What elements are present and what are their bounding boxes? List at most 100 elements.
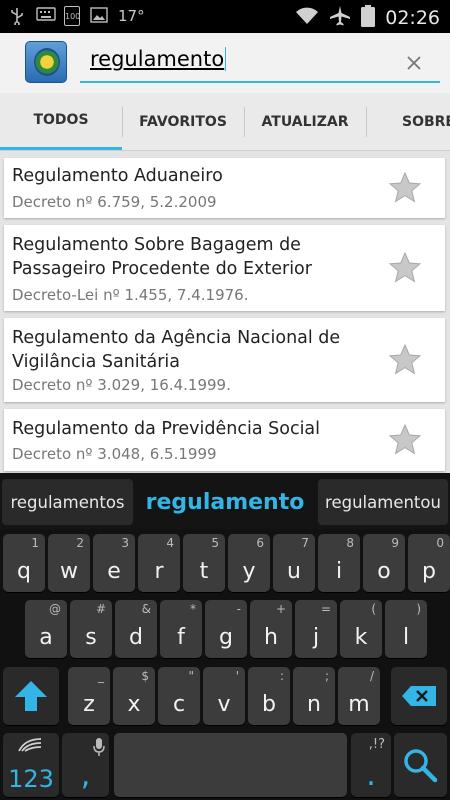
key-t[interactable]: 5t [183,534,225,592]
results-list: Regulamento Aduaneiro Decreto nº 6.759, … [0,151,450,473]
key-y[interactable]: 6y [228,534,270,592]
key-label: h [264,625,278,650]
key-label: f [177,625,185,650]
star-icon[interactable] [387,342,423,378]
key-u[interactable]: 7u [273,534,315,592]
key-alt-label: 0 [436,536,444,550]
key-label: g [219,625,233,650]
key-g[interactable]: -g [205,600,247,658]
suggestion-strip: regulamentos regulamento regulamentou [0,473,450,529]
key-alt-label: + [275,602,286,616]
search-enter-key[interactable] [394,733,447,797]
tab-favoritos[interactable]: FAVORITOS [122,93,244,150]
key-alt-label: ; [324,669,329,683]
key-z[interactable]: _ z [68,667,110,725]
star-icon[interactable] [387,170,423,206]
numbers-key-label: 123 [8,765,54,793]
key-alt-label: ) [416,602,421,616]
numbers-key[interactable]: 123 [3,733,59,797]
clock: 02:26 [385,7,440,29]
key-alt-label: 5 [211,536,219,550]
shift-arrow-icon [15,681,47,711]
space-bar[interactable] [114,733,347,797]
key-label: w [60,559,78,584]
tab-atualizar[interactable]: ATUALIZAR [244,93,366,150]
search-input[interactable]: regulamento [90,47,390,79]
search-field[interactable]: regulamento [80,45,440,83]
key-alt-label: 7 [301,536,309,550]
key-label: t [199,559,209,584]
key-alt-label: ( [371,602,376,616]
key-alt-label: _ [98,669,104,683]
key-alt-label: / [369,669,374,683]
key-label: c [172,692,186,717]
key-n[interactable]: ; n [293,667,335,725]
shift-key[interactable] [3,667,59,725]
key-alt-label: # [95,602,106,616]
key-alt-label: ' [235,669,239,683]
key-alt-label: 1 [31,536,39,550]
key-label: l [402,625,410,650]
list-item[interactable]: Regulamento Aduaneiro Decreto nº 6.759, … [4,158,445,218]
key-label: o [377,559,391,584]
search-icon [404,749,438,783]
item-title: Regulamento Sobre Bagagem de Passageiro … [12,235,312,279]
key-k[interactable]: (k [340,600,382,658]
key-s[interactable]: # s [70,600,112,658]
key-x[interactable]: $ x [113,667,155,725]
key-m[interactable]: / m [338,667,380,725]
key-alt-label: 2 [76,536,84,550]
suggestion-left[interactable]: regulamentos [2,479,133,525]
key-label: k [354,625,368,650]
key-i[interactable]: 8i [318,534,360,592]
key-f[interactable]: * f [160,600,202,658]
key-j[interactable]: = j [295,600,337,658]
suggestion-center[interactable]: regulamento [136,479,314,525]
key-label: a [39,625,53,650]
key-alt-label: - [236,602,241,616]
key-label: e [107,559,121,584]
key-label: r [154,559,164,584]
star-icon[interactable] [387,250,423,286]
suggestion-right[interactable]: regulamentou [318,479,448,525]
close-icon[interactable] [402,49,426,77]
key-p[interactable]: 0p [408,534,450,592]
key-a[interactable]: @ a [25,600,67,658]
period-key[interactable]: ,!? . [351,733,391,797]
tab-todos[interactable]: TODOS [0,93,122,150]
key-e[interactable]: 3e [93,534,135,592]
key-label: d [129,625,143,650]
key-l[interactable]: ) l [385,600,427,658]
keyboard-icon [36,7,56,25]
key-label: q [17,559,31,584]
key-label: z [83,692,95,717]
key-alt-label: 3 [121,536,129,550]
temperature-text: 17° [118,7,145,25]
backspace-key[interactable] [391,667,447,725]
key-d[interactable]: & d [115,600,157,658]
battery-icon [361,5,376,31]
key-alt-label: 9 [391,536,399,550]
list-item[interactable]: Regulamento da Agência Nacional de Vigil… [4,318,445,402]
keyboard: 1q2w3e4r5t6y7u8i9o0p @ a # s & d * f - g + h = j(k) l … [0,529,450,800]
comma-key[interactable]: , [62,733,109,797]
key-alt-label: = [320,602,331,616]
list-item[interactable]: Regulamento Sobre Bagagem de Passageiro … [4,225,445,311]
key-label: u [287,559,301,584]
key-h[interactable]: + h [250,600,292,658]
key-q[interactable]: 1q [3,534,45,592]
usb-icon [8,7,26,27]
item-title: Regulamento da Agência Nacional de Vigil… [12,328,341,372]
list-item[interactable]: Regulamento da Previdência Social Decret… [4,409,445,471]
key-w[interactable]: 2w [48,534,90,592]
item-subtitle: Decreto nº 3.029, 16.4.1999. [12,376,231,394]
key-o[interactable]: 9o [363,534,405,592]
tab-sobre[interactable]: SOBRE [366,93,450,150]
key-c[interactable]: " c [158,667,200,725]
period-key-alt: ,!? [368,737,385,752]
key-v[interactable]: ' v [203,667,245,725]
key-b[interactable]: :b [248,667,290,725]
star-icon[interactable] [387,422,423,458]
app-logo-icon[interactable] [25,41,67,83]
key-r[interactable]: 4r [138,534,180,592]
